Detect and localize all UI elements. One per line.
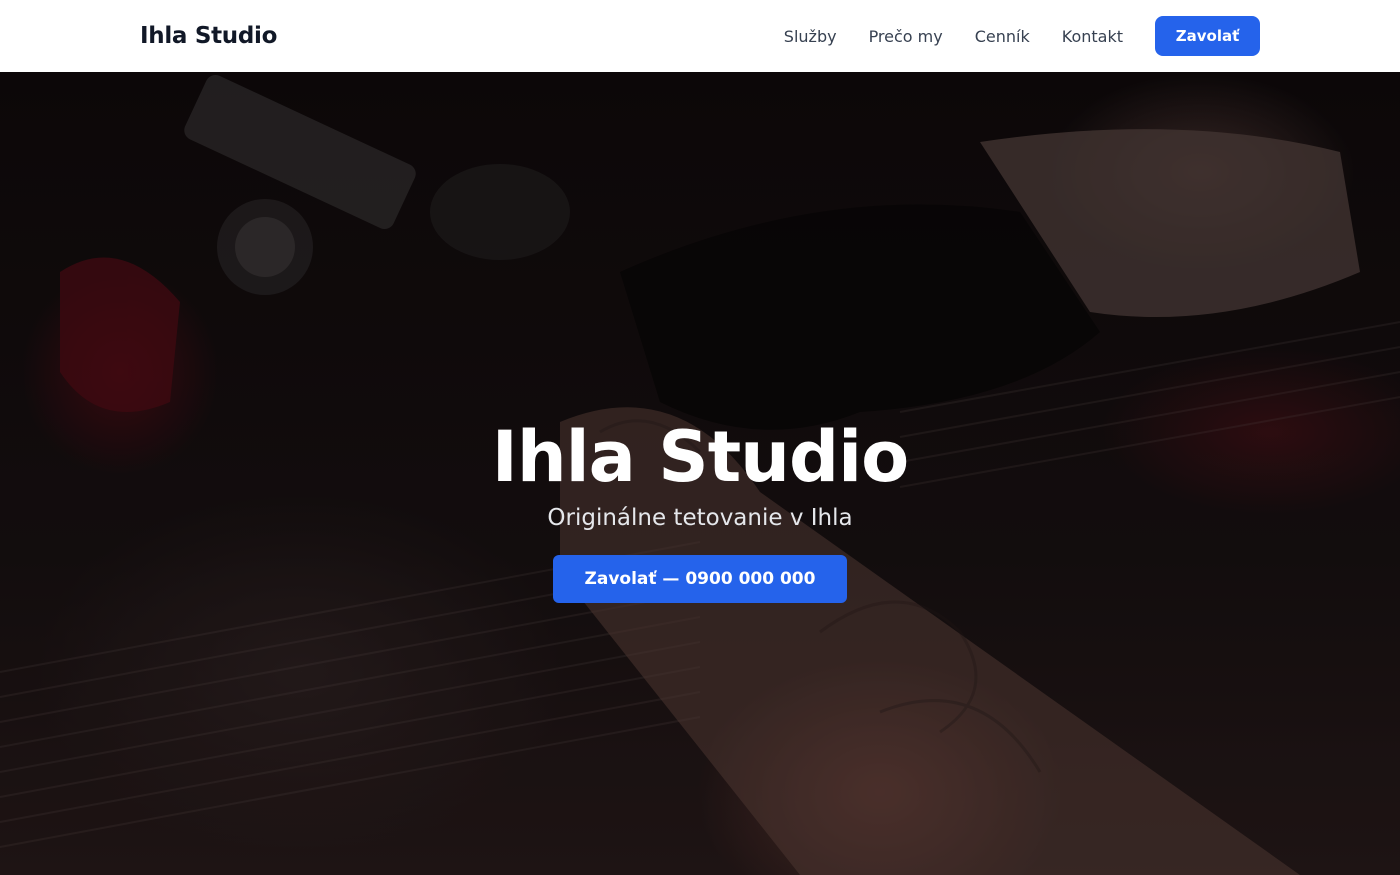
nav-link-sluzby[interactable]: Služby [784, 27, 837, 46]
hero-title: Ihla Studio [491, 416, 909, 498]
brand-logo-text[interactable]: Ihla Studio [140, 23, 277, 49]
hero-call-button[interactable]: Zavolať — 0900 000 000 [552, 555, 848, 603]
top-navbar: Ihla Studio Služby Prečo my Cenník Konta… [0, 0, 1400, 72]
hero-subtitle: Originálne tetovanie v Ihla [547, 505, 853, 531]
nav-link-cennik[interactable]: Cenník [975, 27, 1030, 46]
nav-link-preco-my[interactable]: Prečo my [869, 27, 943, 46]
nav-link-kontakt[interactable]: Kontakt [1062, 27, 1123, 46]
hero-content: Ihla Studio Originálne tetovanie v Ihla … [0, 72, 1400, 875]
hero-section: Ihla Studio Originálne tetovanie v Ihla … [0, 72, 1400, 875]
call-button[interactable]: Zavolať [1155, 16, 1260, 56]
main-nav: Služby Prečo my Cenník Kontakt [784, 27, 1123, 46]
